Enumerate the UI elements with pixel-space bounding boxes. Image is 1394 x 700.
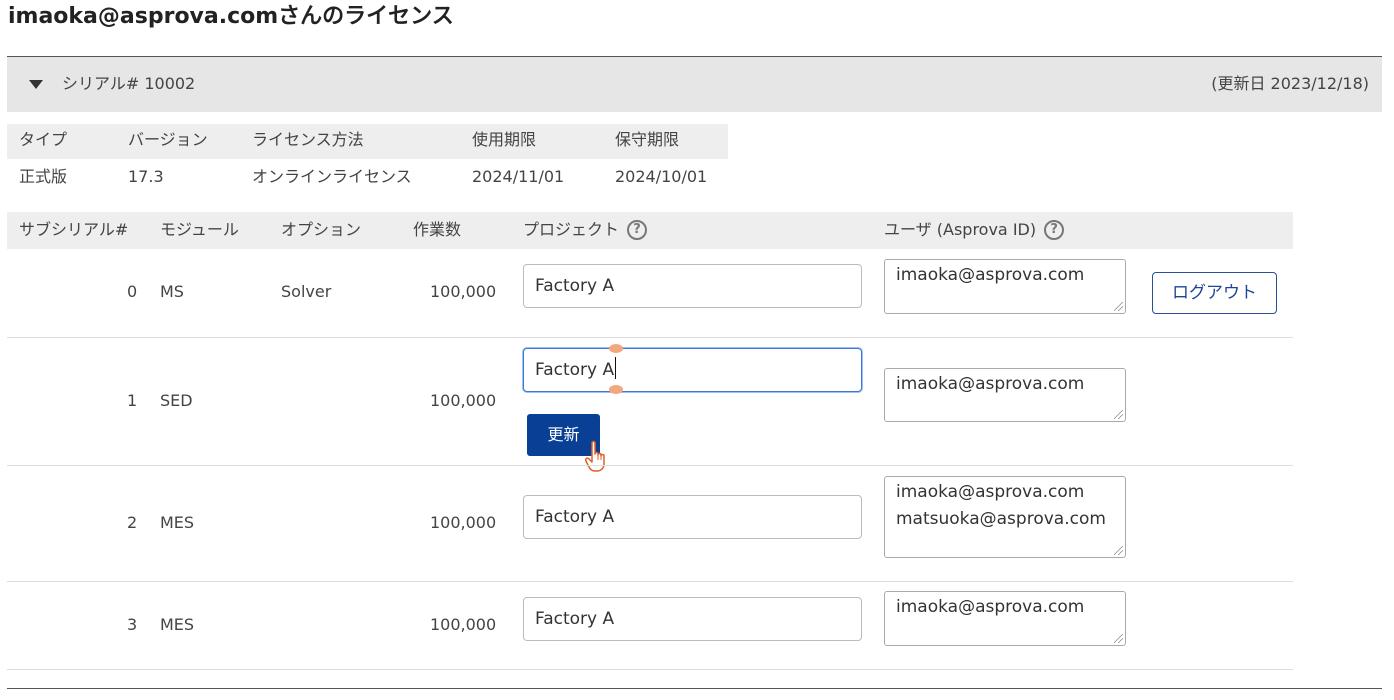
resize-grip-icon[interactable] (1114, 302, 1123, 311)
project-input-value: Factory A (535, 360, 615, 380)
updated-date: (更新日 2023/12/18) (1211, 74, 1369, 93)
selection-handle-icon[interactable] (609, 344, 623, 353)
user-line: imaoka@asprova.com (896, 265, 1085, 285)
row-divider (7, 337, 1293, 338)
user-textarea[interactable]: imaoka@asprova.com (884, 591, 1126, 646)
resize-grip-icon[interactable] (1114, 546, 1123, 555)
user-textarea[interactable]: imaoka@asprova.com (884, 259, 1126, 314)
project-input[interactable]: Factory A (523, 597, 862, 641)
resize-grip-icon[interactable] (1114, 410, 1123, 419)
row-subserial-no: 1 (127, 391, 138, 410)
row-divider (7, 669, 1293, 670)
col-header-type: タイプ (19, 130, 68, 149)
row-count: 100,000 (430, 391, 497, 410)
license-expiry: 2024/11/01 (472, 167, 565, 186)
row-count: 100,000 (430, 615, 497, 634)
serial-label: シリアル# 10002 (62, 74, 196, 93)
col-header-option: オプション (281, 220, 362, 239)
page-title: imaoka@asprova.comさんのライセンス (8, 4, 454, 29)
row-module: MES (160, 615, 195, 634)
serial-header[interactable]: シリアル# 10002 (更新日 2023/12/18) (7, 56, 1382, 112)
col-header-user: ユーザ (Asprova ID)? (884, 219, 1065, 241)
col-header-expiry: 使用期限 (472, 130, 537, 149)
project-input-focused[interactable]: Factory A (523, 348, 862, 392)
caret-down-icon[interactable] (29, 80, 43, 89)
hand-pointer-icon (585, 440, 605, 472)
help-circle-icon[interactable]: ? (1044, 219, 1065, 240)
help-circle-icon[interactable]: ? (627, 219, 648, 240)
row-module: SED (160, 391, 193, 410)
row-count: 100,000 (430, 513, 497, 532)
row-module: MS (160, 282, 184, 301)
col-header-license-method: ライセンス方法 (252, 130, 364, 149)
license-type: 正式版 (19, 167, 68, 186)
row-subserial-no: 2 (127, 513, 138, 532)
col-header-maintenance: 保守期限 (615, 130, 680, 149)
project-input[interactable]: Factory A (523, 264, 862, 308)
bottom-divider (7, 688, 1382, 689)
row-module: MES (160, 513, 195, 532)
row-divider (7, 465, 1293, 466)
col-header-version: バージョン (128, 130, 208, 149)
selection-handle-icon[interactable] (609, 385, 623, 394)
license-method: オンラインライセンス (252, 167, 412, 186)
license-maintenance: 2024/10/01 (615, 167, 708, 186)
user-header-label: ユーザ (Asprova ID) (884, 220, 1037, 239)
license-version: 17.3 (128, 167, 164, 186)
logout-button[interactable]: ログアウト (1152, 272, 1277, 314)
row-divider (7, 581, 1293, 582)
col-header-project: プロジェクト? (523, 219, 648, 241)
user-textarea[interactable]: imaoka@asprova.com matsuoka@asprova.com (884, 476, 1126, 558)
user-line: imaoka@asprova.com (896, 482, 1085, 502)
user-textarea[interactable]: imaoka@asprova.com (884, 368, 1126, 422)
user-line: matsuoka@asprova.com (896, 509, 1106, 529)
resize-grip-icon[interactable] (1114, 634, 1123, 643)
row-subserial-no: 3 (127, 615, 138, 634)
col-header-subserial: サブシリアル# (19, 220, 129, 239)
project-input[interactable]: Factory A (523, 495, 862, 539)
row-subserial-no: 0 (127, 282, 138, 301)
text-caret (615, 357, 617, 379)
row-option: Solver (281, 282, 332, 301)
col-header-module: モジュール (160, 220, 239, 239)
user-line: imaoka@asprova.com (896, 597, 1085, 617)
row-count: 100,000 (430, 282, 497, 301)
col-header-count: 作業数 (413, 220, 462, 239)
project-header-label: プロジェクト (523, 220, 620, 239)
user-line: imaoka@asprova.com (896, 374, 1085, 394)
